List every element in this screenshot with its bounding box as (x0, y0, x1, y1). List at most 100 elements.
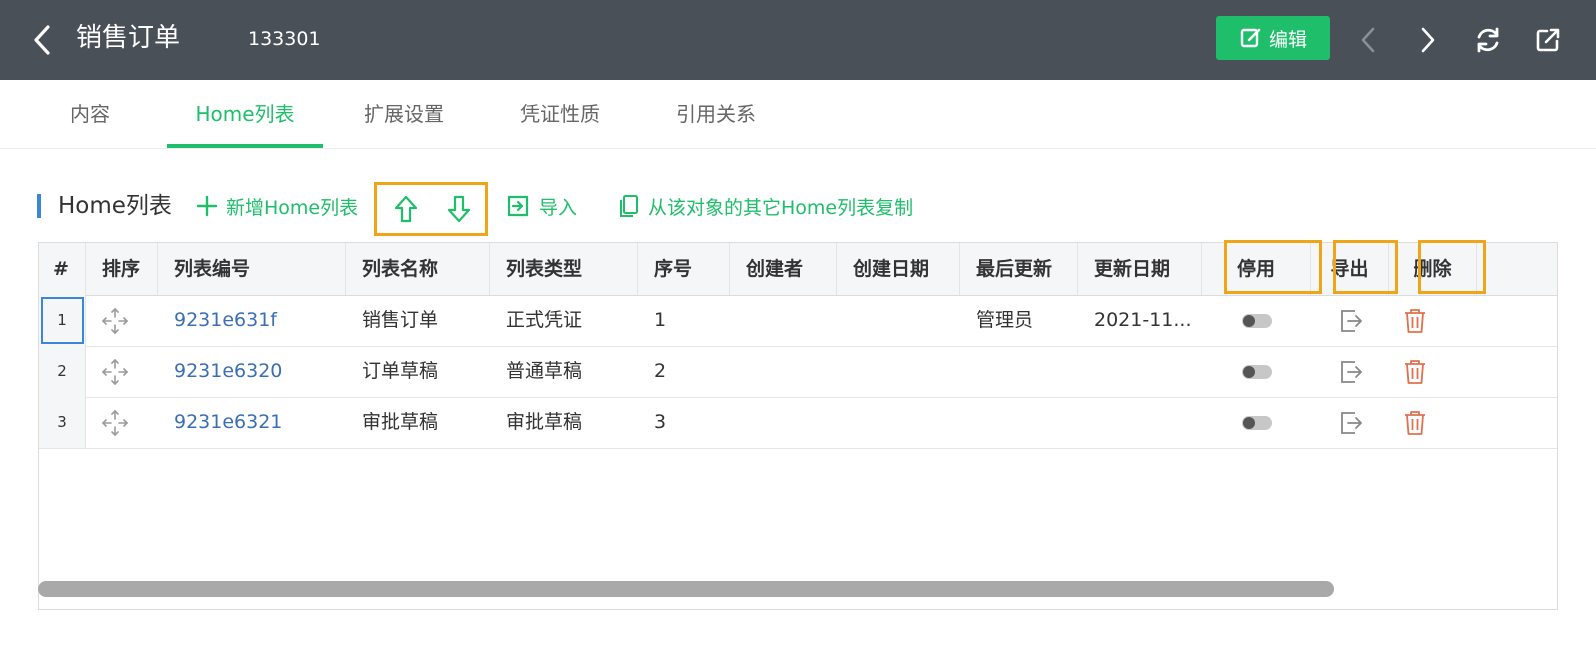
export-column-highlight (1333, 240, 1398, 294)
disable-toggle[interactable] (1239, 363, 1275, 381)
arrow-up-icon (394, 195, 418, 223)
creator (730, 397, 837, 448)
list-type: 审批草稿 (506, 411, 583, 433)
section-title: Home列表 (58, 193, 172, 219)
list-name: 订单草稿 (362, 360, 439, 382)
tab-bar: 内容 Home列表 扩展设置 凭证性质 引用关系 (0, 80, 1596, 149)
disable-toggle[interactable] (1239, 312, 1275, 330)
export-icon (1341, 361, 1362, 383)
import-label: 导入 (539, 196, 578, 219)
disable-toggle[interactable] (1239, 414, 1275, 432)
document-number: 133301 (248, 28, 321, 50)
move-icon (101, 409, 129, 437)
refresh-icon (1477, 27, 1499, 53)
column-header-list-type[interactable]: 列表类型 (490, 243, 638, 295)
creator (730, 346, 837, 397)
import-button[interactable]: 导入 (505, 186, 577, 226)
move-down-button[interactable] (446, 191, 472, 227)
column-header-index: # (39, 243, 86, 295)
export-button[interactable] (1336, 408, 1366, 438)
toggle-icon (1242, 365, 1272, 379)
list-code-link[interactable]: 9231e6321 (158, 397, 346, 448)
sequence-number: 2 (654, 360, 667, 382)
toggle-icon (1242, 314, 1272, 328)
list-name: 销售订单 (362, 309, 439, 331)
export-button[interactable] (1336, 357, 1366, 387)
row-index: 1 (39, 295, 86, 346)
updated-date (1078, 397, 1196, 448)
table-header: # 排序 列表编号 列表名称 列表类型 序号 创建者 创建日期 最后更新 更新日… (39, 243, 1557, 296)
creator (730, 295, 837, 346)
delete-column-highlight (1418, 240, 1486, 294)
refresh-button[interactable] (1470, 22, 1506, 58)
column-header-sort: 排序 (86, 243, 158, 295)
created-date (837, 295, 960, 346)
chevron-right-icon (1421, 27, 1435, 53)
open-external-icon (1536, 28, 1560, 52)
column-header-list-code[interactable]: 列表编号 (158, 243, 346, 295)
disable-column-highlight (1224, 240, 1322, 294)
sequence-number: 1 (654, 309, 667, 331)
list-code-link[interactable]: 9231e631f (158, 295, 346, 346)
delete-button[interactable] (1400, 306, 1430, 336)
top-bar: 销售订单 133301 编辑 (0, 0, 1596, 80)
edit-button[interactable]: 编辑 (1216, 16, 1330, 60)
export-button[interactable] (1336, 306, 1366, 336)
open-external-button[interactable] (1530, 22, 1566, 58)
column-header-list-name[interactable]: 列表名称 (346, 243, 490, 295)
list-type: 普通草稿 (506, 360, 583, 382)
last-updated-by: 管理员 (976, 309, 1034, 331)
tab-voucher-nature[interactable]: 凭证性质 (512, 80, 608, 148)
arrow-down-icon (447, 195, 471, 223)
delete-button[interactable] (1400, 408, 1430, 438)
move-icon (101, 307, 129, 335)
chevron-left-icon (34, 25, 50, 55)
list-name: 审批草稿 (362, 411, 439, 433)
edit-icon (1240, 28, 1261, 48)
back-button[interactable] (24, 22, 60, 58)
next-record-button[interactable] (1410, 22, 1446, 58)
page-title: 销售订单 (76, 23, 181, 53)
row-index: 2 (39, 346, 86, 397)
drag-handle[interactable] (99, 305, 131, 337)
import-icon (507, 195, 529, 217)
export-icon (1341, 412, 1362, 434)
home-list-table: # 排序 列表编号 列表名称 列表类型 序号 创建者 创建日期 最后更新 更新日… (38, 242, 1558, 610)
tab-extension-settings[interactable]: 扩展设置 (356, 80, 452, 148)
table-row[interactable]: 3 9231e6321 审批草稿 审批草稿 3 (39, 397, 1557, 449)
column-header-last-updated-by[interactable]: 最后更新 (960, 243, 1078, 295)
list-code-link[interactable]: 9231e6320 (158, 346, 346, 397)
drag-handle[interactable] (99, 356, 131, 388)
created-date (837, 397, 960, 448)
previous-record-button[interactable] (1350, 22, 1386, 58)
tab-home-list[interactable]: Home列表 (167, 80, 323, 148)
drag-handle[interactable] (99, 407, 131, 439)
tab-reference-relations[interactable]: 引用关系 (668, 80, 764, 148)
horizontal-scrollbar[interactable] (38, 581, 1334, 597)
plus-icon (196, 195, 218, 217)
created-date (837, 346, 960, 397)
export-icon (1341, 310, 1362, 332)
list-toolbar: Home列表 新增Home列表 导入 从该对象的其它Home列表复制 (0, 182, 1596, 236)
delete-button[interactable] (1400, 357, 1430, 387)
trash-icon (1405, 309, 1425, 333)
add-home-list-button[interactable]: 新增Home列表 (196, 186, 358, 226)
copy-from-other-list-button[interactable]: 从该对象的其它Home列表复制 (616, 186, 913, 226)
table-row[interactable]: 1 9231e631f 销售订单 正式凭证 1 管理员 2021-11... (39, 295, 1557, 347)
move-up-button[interactable] (393, 191, 419, 227)
sequence-number: 3 (654, 411, 667, 433)
column-header-created-date[interactable]: 创建日期 (837, 243, 960, 295)
table-row[interactable]: 2 9231e6320 订单草稿 普通草稿 2 (39, 346, 1557, 398)
section-marker (37, 194, 41, 218)
copy-from-other-list-label: 从该对象的其它Home列表复制 (648, 196, 914, 219)
add-home-list-label: 新增Home列表 (226, 196, 359, 219)
tab-content[interactable]: 内容 (64, 80, 116, 148)
trash-icon (1405, 411, 1425, 435)
updated-date: 2021-11... (1094, 309, 1192, 331)
column-header-updated-date[interactable]: 更新日期 (1078, 243, 1202, 295)
column-header-creator[interactable]: 创建者 (730, 243, 837, 295)
list-type: 正式凭证 (506, 309, 583, 331)
last-updated-by (960, 346, 1078, 397)
toggle-icon (1242, 416, 1272, 430)
column-header-sequence[interactable]: 序号 (638, 243, 730, 295)
